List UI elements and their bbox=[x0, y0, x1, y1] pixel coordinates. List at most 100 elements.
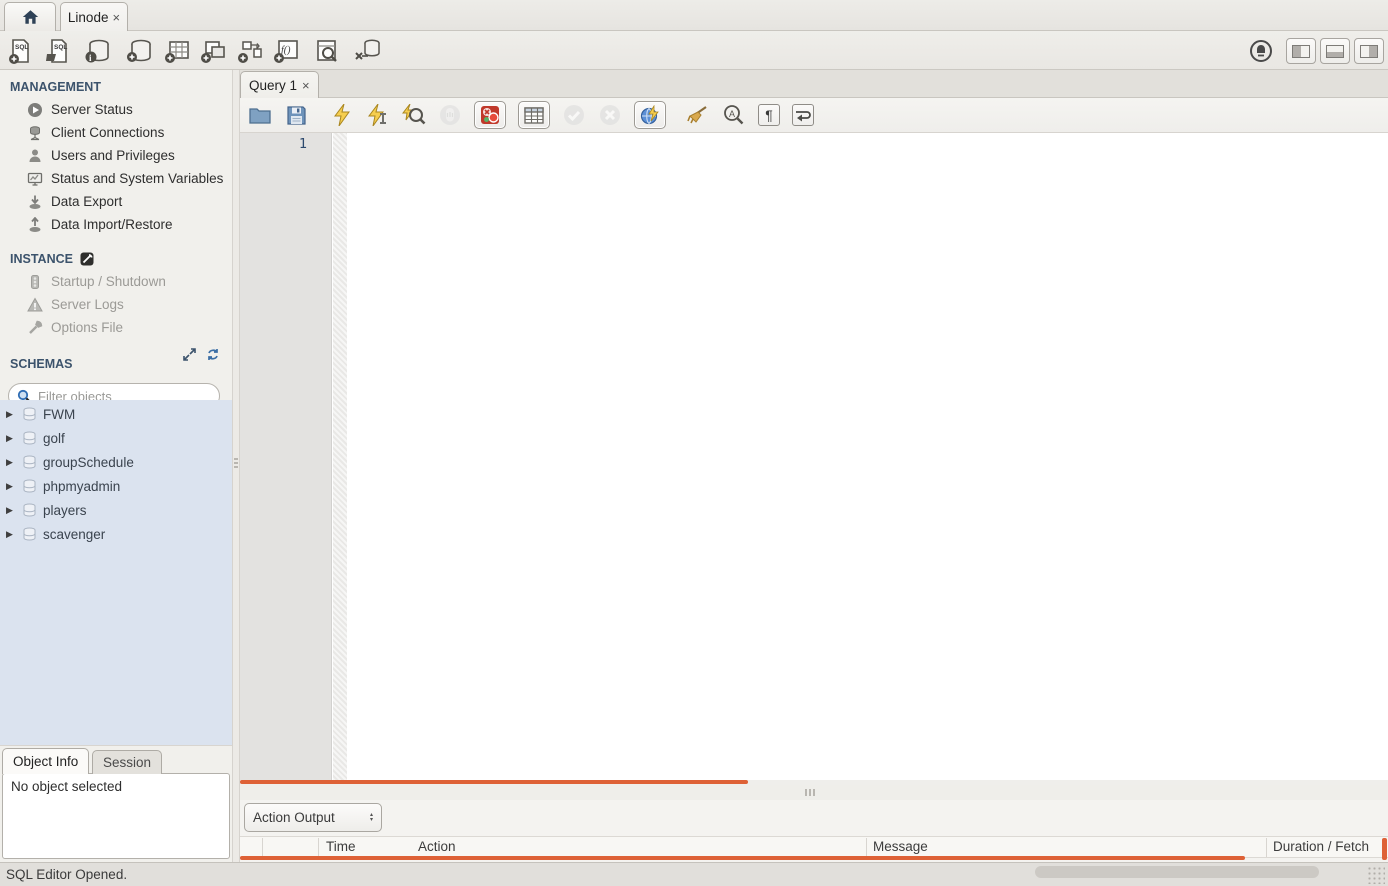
schema-row-golf[interactable]: ▶ golf bbox=[0, 426, 232, 450]
connection-tab-label: Linode bbox=[68, 10, 109, 25]
output-splitter[interactable] bbox=[240, 785, 1388, 800]
wrap-text-button[interactable] bbox=[792, 104, 814, 126]
create-function-button[interactable]: f() bbox=[269, 35, 303, 66]
create-procedure-button[interactable] bbox=[233, 35, 267, 66]
main-toolbar: SQL SQL i f() bbox=[0, 31, 1388, 70]
reconnect-dbms-button[interactable] bbox=[350, 35, 384, 66]
svg-text:SQL: SQL bbox=[15, 44, 28, 51]
schema-row-players[interactable]: ▶ players bbox=[0, 498, 232, 522]
sidebar: MANAGEMENT Server Status Client Connecti… bbox=[0, 70, 232, 745]
column-header-time[interactable]: Time bbox=[326, 839, 356, 854]
schema-row-fwm[interactable]: ▶ FWM bbox=[0, 402, 232, 426]
object-info-content: No object selected bbox=[2, 773, 230, 859]
explain-button[interactable] bbox=[402, 103, 426, 127]
toggle-left-panel-button[interactable] bbox=[1286, 38, 1316, 64]
stop-on-error-toggle[interactable] bbox=[474, 101, 506, 129]
save-icon bbox=[287, 106, 306, 125]
open-file-button[interactable] bbox=[248, 103, 272, 127]
sidebar-item-label: Options File bbox=[51, 320, 123, 335]
sidebar-item-server-status[interactable]: Server Status bbox=[0, 98, 232, 121]
sidebar-item-users-privileges[interactable]: Users and Privileges bbox=[0, 144, 232, 167]
explain-icon bbox=[402, 104, 426, 126]
create-schema-button[interactable] bbox=[122, 35, 156, 66]
schema-label: golf bbox=[43, 431, 65, 446]
expander-icon[interactable]: ▶ bbox=[6, 409, 16, 420]
search-table-data-button[interactable] bbox=[310, 35, 344, 66]
tab-query-1[interactable]: Query 1 × bbox=[240, 71, 319, 98]
expander-icon[interactable]: ▶ bbox=[6, 433, 16, 444]
column-header-action[interactable]: Action bbox=[418, 839, 456, 854]
column-header-duration[interactable]: Duration / Fetch bbox=[1273, 839, 1369, 854]
overlay-scrollbar-thumb[interactable] bbox=[1035, 866, 1319, 878]
tab-session[interactable]: Session bbox=[92, 750, 162, 774]
object-info-text: No object selected bbox=[11, 779, 122, 794]
find-button[interactable]: A bbox=[722, 103, 746, 127]
connection-tab-linode[interactable]: Linode × bbox=[60, 2, 128, 31]
sidebar-item-system-variables[interactable]: Status and System Variables bbox=[0, 167, 232, 190]
expander-icon[interactable]: ▶ bbox=[6, 481, 16, 492]
scrollbar-thumb[interactable] bbox=[240, 780, 748, 784]
mysql-workbench-window: Linode × SQL SQL i f() bbox=[0, 0, 1388, 886]
sidebar-item-data-export[interactable]: Data Export bbox=[0, 190, 232, 213]
create-view-icon bbox=[199, 37, 227, 65]
expand-schemas-icon[interactable] bbox=[183, 348, 196, 361]
beautify-button[interactable] bbox=[686, 103, 710, 127]
execute-button[interactable] bbox=[330, 103, 354, 127]
close-icon[interactable]: × bbox=[302, 79, 310, 92]
action-output-panel: Action Output ▴ ▾ Time Action Message Du… bbox=[240, 800, 1388, 862]
output-horizontal-scrollbar[interactable] bbox=[240, 856, 1245, 860]
execute-current-button[interactable] bbox=[366, 103, 390, 127]
open-file-icon bbox=[249, 106, 271, 124]
sql-editor[interactable]: 1 bbox=[240, 133, 1388, 780]
stop-button[interactable] bbox=[438, 103, 462, 127]
sidebar-item-client-connections[interactable]: Client Connections bbox=[0, 121, 232, 144]
output-vertical-scrollbar[interactable] bbox=[1382, 838, 1387, 860]
toggle-right-panel-button[interactable] bbox=[1354, 38, 1384, 64]
spinner-icon: ▴ ▾ bbox=[370, 813, 373, 823]
create-view-button[interactable] bbox=[196, 35, 230, 66]
window-resize-grip[interactable] bbox=[1367, 866, 1385, 884]
open-sql-script-button[interactable]: SQL bbox=[41, 35, 75, 66]
save-button[interactable] bbox=[284, 103, 308, 127]
sidebar-item-label: Server Status bbox=[51, 102, 133, 117]
schema-row-groupschedule[interactable]: ▶ groupSchedule bbox=[0, 450, 232, 474]
autocommit-toggle[interactable] bbox=[634, 101, 666, 129]
output-type-select[interactable]: Action Output ▴ ▾ bbox=[244, 803, 382, 832]
notification-bell-button[interactable] bbox=[1244, 35, 1278, 66]
toggle-bottom-panel-button[interactable] bbox=[1320, 38, 1350, 64]
create-function-icon: f() bbox=[272, 37, 300, 65]
sidebar-item-server-logs[interactable]: Server Logs bbox=[0, 293, 232, 316]
new-sql-tab-icon: SQL bbox=[7, 37, 35, 65]
sidebar-item-options-file[interactable]: Options File bbox=[0, 316, 232, 339]
limit-rows-toggle[interactable] bbox=[518, 101, 550, 129]
sidebar-item-label: Data Export bbox=[51, 194, 122, 209]
schema-row-scavenger[interactable]: ▶ scavenger bbox=[0, 522, 232, 546]
commit-button[interactable] bbox=[562, 103, 586, 127]
open-sql-script-icon: SQL bbox=[44, 37, 72, 65]
reconnect-dbms-icon bbox=[352, 37, 382, 65]
schema-row-phpmyadmin[interactable]: ▶ phpmyadmin bbox=[0, 474, 232, 498]
expander-icon[interactable]: ▶ bbox=[6, 457, 16, 468]
tab-object-info[interactable]: Object Info bbox=[2, 748, 89, 774]
create-table-icon bbox=[163, 37, 191, 65]
create-table-button[interactable] bbox=[160, 35, 194, 66]
schemas-title: SCHEMAS bbox=[10, 357, 73, 371]
schema-label: scavenger bbox=[43, 527, 105, 542]
status-text: SQL Editor Opened. bbox=[6, 867, 127, 882]
execute-current-icon bbox=[368, 104, 388, 126]
refresh-schemas-icon[interactable] bbox=[206, 348, 220, 361]
column-header-message[interactable]: Message bbox=[873, 839, 928, 854]
new-sql-tab-button[interactable]: SQL bbox=[4, 35, 38, 66]
rollback-button[interactable] bbox=[598, 103, 622, 127]
schema-inspector-button[interactable]: i bbox=[80, 35, 114, 66]
close-icon[interactable]: × bbox=[112, 11, 120, 24]
sidebar-splitter[interactable] bbox=[232, 70, 240, 862]
sidebar-item-data-import[interactable]: Data Import/Restore bbox=[0, 213, 232, 236]
toggle-right-panel-icon bbox=[1360, 45, 1378, 58]
sidebar-item-label: Users and Privileges bbox=[51, 148, 175, 163]
sidebar-item-startup-shutdown[interactable]: Startup / Shutdown bbox=[0, 270, 232, 293]
expander-icon[interactable]: ▶ bbox=[6, 505, 16, 516]
home-tab[interactable] bbox=[4, 2, 56, 31]
show-invisibles-button[interactable]: ¶ bbox=[758, 104, 780, 126]
expander-icon[interactable]: ▶ bbox=[6, 529, 16, 540]
